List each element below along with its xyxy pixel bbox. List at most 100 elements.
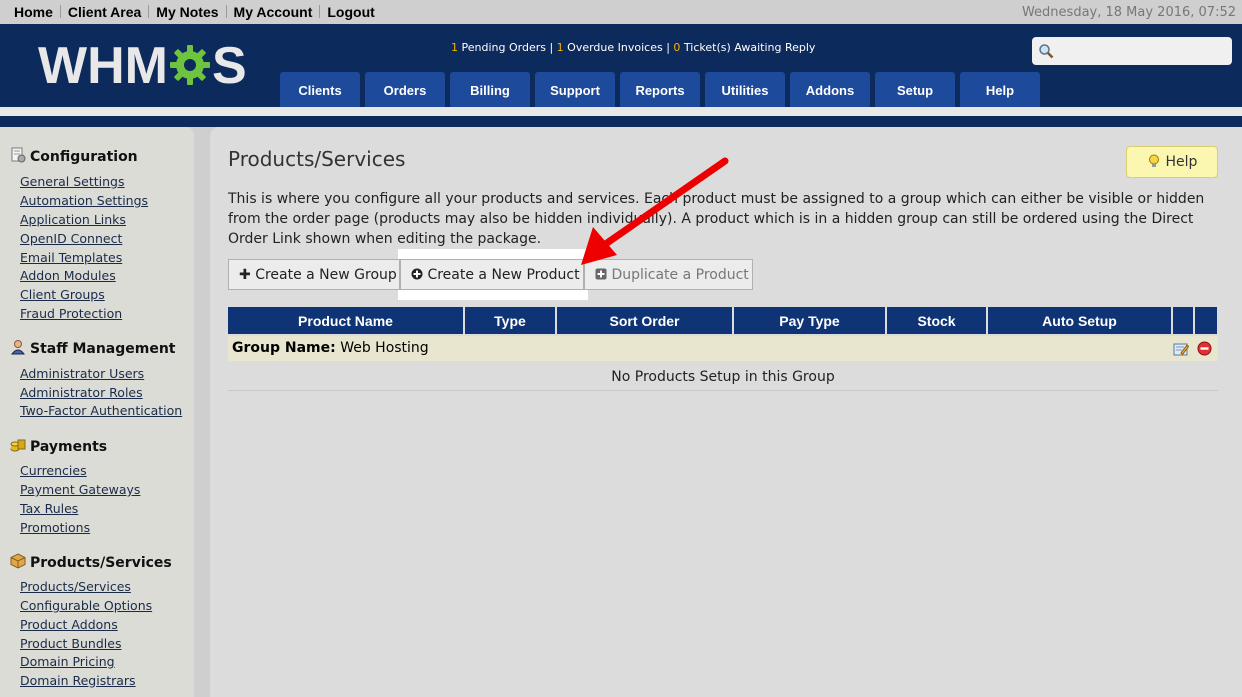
sidebar-link-application-links[interactable]: Application Links — [20, 212, 126, 227]
header-divider — [0, 107, 1242, 116]
sidebar-link-domain-registrars[interactable]: Domain Registrars — [20, 673, 136, 688]
nav-separator — [148, 5, 150, 18]
page-description: This is where you configure all your pro… — [228, 191, 1205, 247]
sidebar-link-currencies[interactable]: Currencies — [20, 463, 87, 478]
sidebar-section-products-services: Products/Services — [10, 553, 172, 571]
sidebar-section-title: Payments — [30, 439, 108, 455]
empty-group-message: No Products Setup in this Group — [228, 362, 1218, 391]
sidebar-section-title: Products/Services — [30, 555, 172, 571]
logo-text-left: WHM — [38, 37, 168, 95]
tab-billing[interactable]: Billing — [450, 72, 530, 107]
plus-icon: ✚ — [239, 267, 251, 283]
top-nav-home[interactable]: Home — [14, 4, 53, 20]
logo-text-right: S — [211, 37, 247, 95]
tickets-label[interactable]: Ticket(s) Awaiting Reply — [684, 41, 816, 54]
group-name-label: Group Name: — [232, 340, 336, 356]
whmcs-logo[interactable]: WHM S — [38, 38, 247, 94]
sidebar-link-addon-modules[interactable]: Addon Modules — [20, 268, 116, 283]
sidebar-section-staff-management: Staff Management — [10, 339, 176, 357]
help-button-label: Help — [1165, 154, 1198, 170]
sidebar-section-title: Staff Management — [30, 341, 176, 357]
top-nav: Home Client Area My Notes My Account Logout — [14, 4, 375, 20]
top-nav-logout[interactable]: Logout — [327, 4, 374, 20]
create-product-button[interactable]: Create a New Product — [400, 259, 584, 290]
header-stats: 1 Pending Orders | 1 Overdue Invoices | … — [451, 41, 815, 54]
plus-circle-icon — [411, 268, 423, 280]
search-box[interactable] — [1032, 37, 1232, 65]
column-header-stock[interactable]: Stock — [887, 307, 986, 334]
tab-orders[interactable]: Orders — [365, 72, 445, 107]
column-header-auto-setup[interactable]: Auto Setup — [988, 307, 1171, 334]
create-group-label: Create a New Group — [255, 267, 397, 283]
sidebar-link-tax-rules[interactable]: Tax Rules — [20, 501, 78, 516]
sidebar-link-promotions[interactable]: Promotions — [20, 520, 90, 535]
create-product-label: Create a New Product — [427, 267, 580, 283]
pending-orders-count[interactable]: 1 — [451, 41, 458, 54]
tab-clients[interactable]: Clients — [280, 72, 360, 107]
sidebar-link-general-settings[interactable]: General Settings — [20, 174, 125, 189]
help-button[interactable]: Help — [1126, 146, 1218, 178]
overdue-invoices-count[interactable]: 1 — [557, 41, 564, 54]
lightbulb-icon — [1148, 154, 1159, 167]
sidebar: Configuration General Settings Automatio… — [0, 127, 194, 697]
page-title: Products/Services — [228, 147, 406, 171]
top-nav-my-notes[interactable]: My Notes — [156, 4, 218, 20]
tab-addons[interactable]: Addons — [790, 72, 870, 107]
search-icon — [1039, 44, 1054, 59]
pending-orders-label[interactable]: Pending Orders | — [462, 41, 554, 54]
sidebar-link-email-templates[interactable]: Email Templates — [20, 250, 122, 265]
sidebar-link-configurable-options[interactable]: Configurable Options — [20, 598, 152, 613]
sidebar-link-products-services[interactable]: Products/Services — [20, 579, 131, 594]
delete-group-icon[interactable] — [1197, 341, 1212, 356]
sidebar-link-domain-pricing[interactable]: Domain Pricing — [20, 654, 115, 669]
sidebar-section-configuration: Configuration — [10, 147, 138, 165]
sidebar-link-administrator-roles[interactable]: Administrator Roles — [20, 385, 143, 400]
sidebar-link-payment-gateways[interactable]: Payment Gateways — [20, 482, 140, 497]
payments-icon — [10, 439, 26, 452]
column-header-sort-order[interactable]: Sort Order — [557, 307, 732, 334]
duplicate-product-label: Duplicate a Product — [611, 267, 749, 283]
top-nav-client-area[interactable]: Client Area — [68, 4, 141, 20]
group-name-value: Web Hosting — [340, 340, 429, 356]
duplicate-product-button[interactable]: Duplicate a Product — [584, 259, 753, 290]
sidebar-link-administrator-users[interactable]: Administrator Users — [20, 366, 144, 381]
products-icon — [10, 553, 26, 569]
staff-icon — [10, 340, 26, 355]
tab-support[interactable]: Support — [535, 72, 615, 107]
nav-separator — [225, 5, 227, 18]
tab-utilities[interactable]: Utilities — [705, 72, 785, 107]
tickets-count[interactable]: 0 — [673, 41, 680, 54]
column-header-product-name[interactable]: Product Name — [228, 307, 463, 334]
column-header-edit — [1173, 307, 1193, 334]
sidebar-link-product-bundles[interactable]: Product Bundles — [20, 636, 121, 651]
sidebar-link-client-groups[interactable]: Client Groups — [20, 287, 105, 302]
header: WHM S 1 Pending Orders | 1 Overdue Invoi… — [0, 24, 1242, 107]
overdue-invoices-label[interactable]: Overdue Invoices | — [567, 41, 670, 54]
create-group-button[interactable]: ✚ Create a New Group — [228, 259, 400, 290]
tab-help[interactable]: Help — [960, 72, 1040, 107]
column-header-pay-type[interactable]: Pay Type — [734, 307, 885, 334]
sidebar-link-two-factor-auth[interactable]: Two-Factor Authentication — [20, 403, 182, 418]
nav-separator — [59, 5, 61, 18]
nav-separator — [319, 5, 321, 18]
column-header-delete — [1195, 307, 1217, 334]
edit-group-icon[interactable] — [1173, 341, 1189, 357]
plus-square-icon — [595, 268, 607, 280]
group-row: Group Name: Web Hosting — [228, 336, 1218, 361]
header-bottom-band — [0, 116, 1242, 127]
tab-setup[interactable]: Setup — [875, 72, 955, 107]
group-name: Group Name: Web Hosting — [232, 336, 429, 361]
sidebar-link-automation-settings[interactable]: Automation Settings — [20, 193, 148, 208]
top-nav-my-account[interactable]: My Account — [234, 4, 313, 20]
sidebar-link-openid-connect[interactable]: OpenID Connect — [20, 231, 122, 246]
search-input[interactable] — [1058, 41, 1230, 63]
configuration-icon — [11, 147, 26, 163]
column-header-type[interactable]: Type — [465, 307, 555, 334]
tab-reports[interactable]: Reports — [620, 72, 700, 107]
sidebar-section-title: Configuration — [30, 149, 138, 165]
sidebar-link-product-addons[interactable]: Product Addons — [20, 617, 118, 632]
top-bar: Home Client Area My Notes My Account Logout … — [0, 0, 1242, 24]
sidebar-section-payments: Payments — [10, 437, 107, 455]
current-datetime: Wednesday, 18 May 2016, 07:52 — [1021, 5, 1236, 20]
sidebar-link-fraud-protection[interactable]: Fraud Protection — [20, 306, 122, 321]
